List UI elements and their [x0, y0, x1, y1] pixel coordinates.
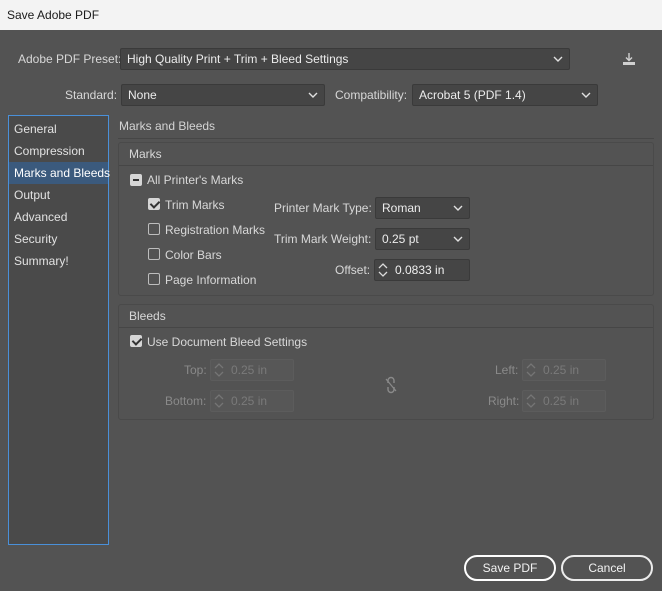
cancel-button[interactable]: Cancel — [561, 555, 653, 581]
compatibility-dropdown[interactable]: Acrobat 5 (PDF 1.4) — [412, 84, 598, 106]
compatibility-label: Compatibility: — [335, 88, 408, 102]
preset-dropdown[interactable]: High Quality Print + Trim + Bleed Settin… — [120, 48, 570, 70]
trim-mark-weight-value: 0.25 pt — [382, 232, 419, 246]
bleed-right-value: 0.25 in — [543, 394, 580, 408]
chevron-down-icon — [553, 54, 563, 64]
trim-marks-label: Trim Marks — [165, 198, 225, 212]
stepper-arrows-icon[interactable] — [377, 262, 389, 278]
bleed-left-value: 0.25 in — [543, 363, 580, 377]
bleed-left-label: Left: — [495, 363, 519, 377]
bleed-right-label: Right: — [488, 394, 520, 408]
printer-mark-type-value: Roman — [382, 201, 421, 215]
chevron-down-icon — [581, 90, 591, 100]
bleeds-group-label: Bleeds — [129, 309, 166, 323]
trim-mark-weight-dropdown[interactable]: 0.25 pt — [375, 228, 470, 250]
window-title: Save Adobe PDF — [7, 8, 100, 22]
link-broken-icon[interactable] — [383, 376, 399, 394]
bleed-top-value: 0.25 in — [231, 363, 268, 377]
stepper-arrows-icon — [525, 393, 537, 409]
use-document-bleed-label: Use Document Bleed Settings — [147, 335, 308, 349]
marks-group-label: Marks — [129, 147, 162, 161]
sidebar-item-output[interactable]: Output — [9, 184, 108, 206]
stepper-arrows-icon — [213, 362, 225, 378]
all-printers-marks-label: All Printer's Marks — [147, 173, 244, 187]
sidebar-item-summary[interactable]: Summary! — [9, 250, 108, 272]
chevron-down-icon — [453, 203, 463, 213]
preset-label: Adobe PDF Preset: — [18, 52, 122, 66]
chevron-down-icon — [453, 234, 463, 244]
printer-mark-type-dropdown[interactable]: Roman — [375, 197, 470, 219]
panel-title-divider — [118, 138, 654, 139]
sidebar-item-advanced[interactable]: Advanced — [9, 206, 108, 228]
page-information-checkbox[interactable] — [148, 273, 160, 285]
download-preset-icon[interactable] — [621, 51, 637, 67]
standard-dropdown[interactable]: None — [121, 84, 325, 106]
offset-stepper[interactable]: 0.0833 in — [374, 259, 470, 281]
bleed-bottom-stepper[interactable]: 0.25 in — [210, 390, 294, 412]
bleeds-divider — [119, 327, 653, 328]
page-information-label: Page Information — [165, 273, 257, 287]
compatibility-value: Acrobat 5 (PDF 1.4) — [419, 88, 526, 102]
registration-marks-checkbox[interactable] — [148, 223, 160, 235]
sidebar-item-compression[interactable]: Compression — [9, 140, 108, 162]
bleed-right-stepper[interactable]: 0.25 in — [522, 390, 606, 412]
offset-value: 0.0833 in — [395, 263, 445, 277]
bleed-left-stepper[interactable]: 0.25 in — [522, 359, 606, 381]
color-bars-label: Color Bars — [165, 248, 222, 262]
bleed-bottom-label: Bottom: — [165, 394, 207, 408]
standard-value: None — [128, 88, 157, 102]
stepper-arrows-icon — [525, 362, 537, 378]
bleed-top-stepper[interactable]: 0.25 in — [210, 359, 294, 381]
category-sidebar: General Compression Marks and Bleeds Out… — [8, 115, 110, 545]
bleed-top-label: Top: — [184, 363, 207, 377]
trim-marks-checkbox[interactable] — [148, 198, 160, 210]
registration-marks-label: Registration Marks — [165, 223, 266, 237]
stepper-arrows-icon — [213, 393, 225, 409]
sidebar-item-security[interactable]: Security — [9, 228, 108, 250]
color-bars-checkbox[interactable] — [148, 248, 160, 260]
preset-value: High Quality Print + Trim + Bleed Settin… — [127, 52, 349, 66]
window-title-bar: Save Adobe PDF — [0, 0, 662, 30]
bleed-bottom-value: 0.25 in — [231, 394, 268, 408]
use-document-bleed-checkbox[interactable] — [130, 335, 142, 347]
trim-mark-weight-label: Trim Mark Weight: — [274, 232, 372, 246]
chevron-down-icon — [308, 90, 318, 100]
sidebar-item-marks-and-bleeds[interactable]: Marks and Bleeds — [9, 162, 110, 184]
printer-mark-type-label: Printer Mark Type: — [274, 201, 372, 215]
offset-label: Offset: — [335, 263, 371, 277]
sidebar-item-general[interactable]: General — [9, 118, 108, 140]
panel-title: Marks and Bleeds — [119, 119, 216, 133]
save-pdf-button[interactable]: Save PDF — [464, 555, 556, 581]
all-printers-marks-checkbox[interactable] — [130, 174, 142, 186]
standard-label: Standard: — [65, 88, 118, 102]
marks-divider — [119, 165, 653, 166]
